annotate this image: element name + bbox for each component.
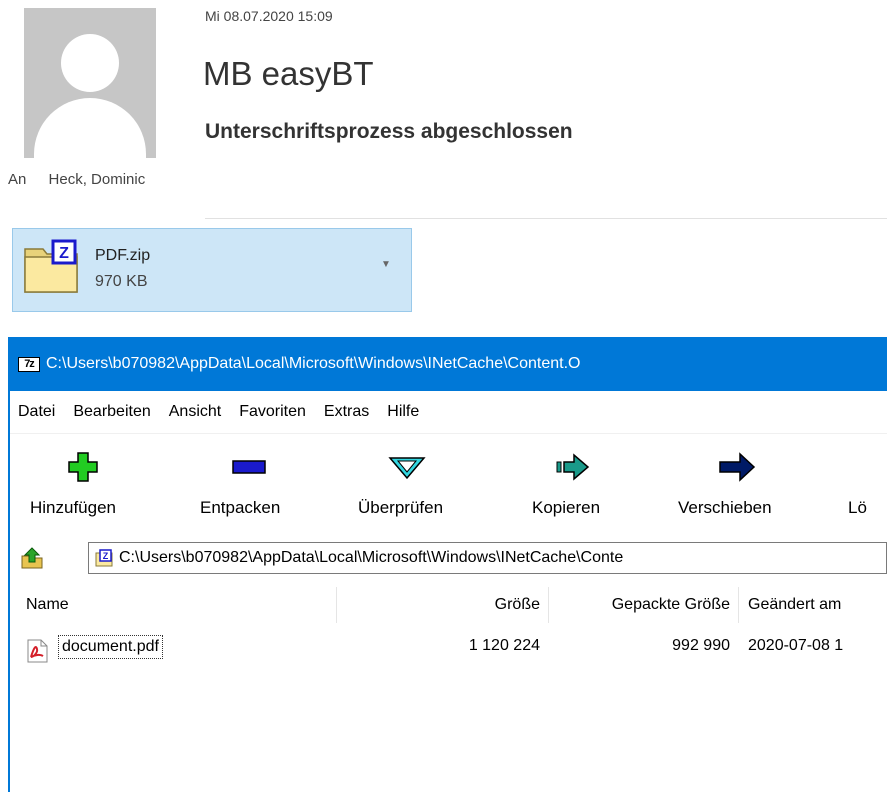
menu-bar: Datei Bearbeiten Ansicht Favoriten Extra… [10, 391, 887, 434]
file-modified: 2020-07-08 1 [748, 637, 844, 654]
recipient-name[interactable]: Heck, Dominic [49, 171, 146, 188]
toolbar: Hinzufügen Entpacken Überprüfen Kopieren [10, 434, 887, 534]
address-input[interactable]: Z C:\Users\b070982\AppData\Local\Microso… [88, 542, 887, 574]
sevenzip-logo-icon: 7z [18, 356, 40, 372]
svg-text:Z: Z [103, 551, 109, 561]
sender-name[interactable]: MB easyBT [203, 55, 374, 93]
column-separator [548, 587, 549, 623]
chevron-down-icon[interactable]: ▼ [381, 259, 391, 270]
pdf-file-icon [27, 639, 48, 663]
attachment-name: PDF.zip [95, 247, 151, 264]
move-button[interactable]: Verschieben [674, 434, 804, 534]
sevenzip-window: 7z C:\Users\b070982\AppData\Local\Micros… [8, 337, 887, 792]
add-button[interactable]: Hinzufügen [24, 434, 144, 534]
menu-ansicht[interactable]: Ansicht [160, 403, 230, 421]
recipient-row: An Heck, Dominic [8, 171, 145, 188]
menu-hilfe[interactable]: Hilfe [378, 403, 428, 421]
file-list: Name Größe Gepackte Größe Geändert am do… [10, 583, 887, 792]
column-packed-size[interactable]: Gepackte Größe [560, 583, 730, 627]
extract-button[interactable]: Entpacken [186, 434, 306, 534]
add-label: Hinzufügen [30, 498, 117, 517]
teal-arrow-icon [556, 453, 590, 481]
email-date: Mi 08.07.2020 15:09 [205, 8, 333, 24]
move-label: Verschieben [678, 498, 772, 517]
header-divider [205, 218, 887, 219]
menu-extras[interactable]: Extras [315, 403, 378, 421]
file-size: 1 120 224 [468, 637, 540, 654]
delete-button[interactable]: Lö [848, 434, 887, 534]
file-packed-size: 992 990 [672, 637, 730, 654]
navy-arrow-icon [719, 452, 756, 482]
file-name[interactable]: document.pdf [58, 635, 163, 659]
window-title: C:\Users\b070982\AppData\Local\Microsoft… [46, 355, 581, 372]
extract-label: Entpacken [200, 498, 281, 517]
copy-label: Kopieren [532, 498, 601, 517]
green-plus-icon [68, 452, 98, 482]
column-name[interactable]: Name [26, 583, 69, 627]
attachment-chip[interactable]: Z PDF.zip 970 KB ▼ [12, 228, 412, 312]
menu-favoriten[interactable]: Favoriten [230, 403, 315, 421]
zip-archive-icon: Z [95, 549, 113, 567]
column-modified[interactable]: Geändert am [748, 583, 841, 627]
attachment-size: 970 KB [95, 273, 148, 290]
copy-button[interactable]: Kopieren [522, 434, 622, 534]
cyan-check-icon [388, 457, 426, 480]
blue-minus-icon [232, 460, 266, 474]
email-subject: Unterschriftsprozess abgeschlossen [205, 120, 573, 143]
delete-label: Lö [848, 498, 867, 517]
address-path: C:\Users\b070982\AppData\Local\Microsoft… [119, 549, 624, 566]
test-button[interactable]: Überprüfen [344, 434, 464, 534]
test-label: Überprüfen [358, 498, 444, 517]
menu-bearbeiten[interactable]: Bearbeiten [64, 403, 159, 421]
column-size[interactable]: Größe [460, 583, 540, 627]
window-titlebar[interactable]: 7z C:\Users\b070982\AppData\Local\Micros… [10, 337, 887, 391]
menu-datei[interactable]: Datei [10, 403, 64, 421]
svg-text:Z: Z [59, 245, 69, 262]
folder-up-icon[interactable] [20, 546, 44, 570]
zip-folder-icon: Z [24, 239, 78, 293]
address-bar: Z C:\Users\b070982\AppData\Local\Microso… [10, 538, 887, 578]
to-label: An [8, 171, 27, 188]
sender-avatar [24, 8, 156, 158]
column-separator [738, 587, 739, 623]
column-separator [336, 587, 337, 623]
